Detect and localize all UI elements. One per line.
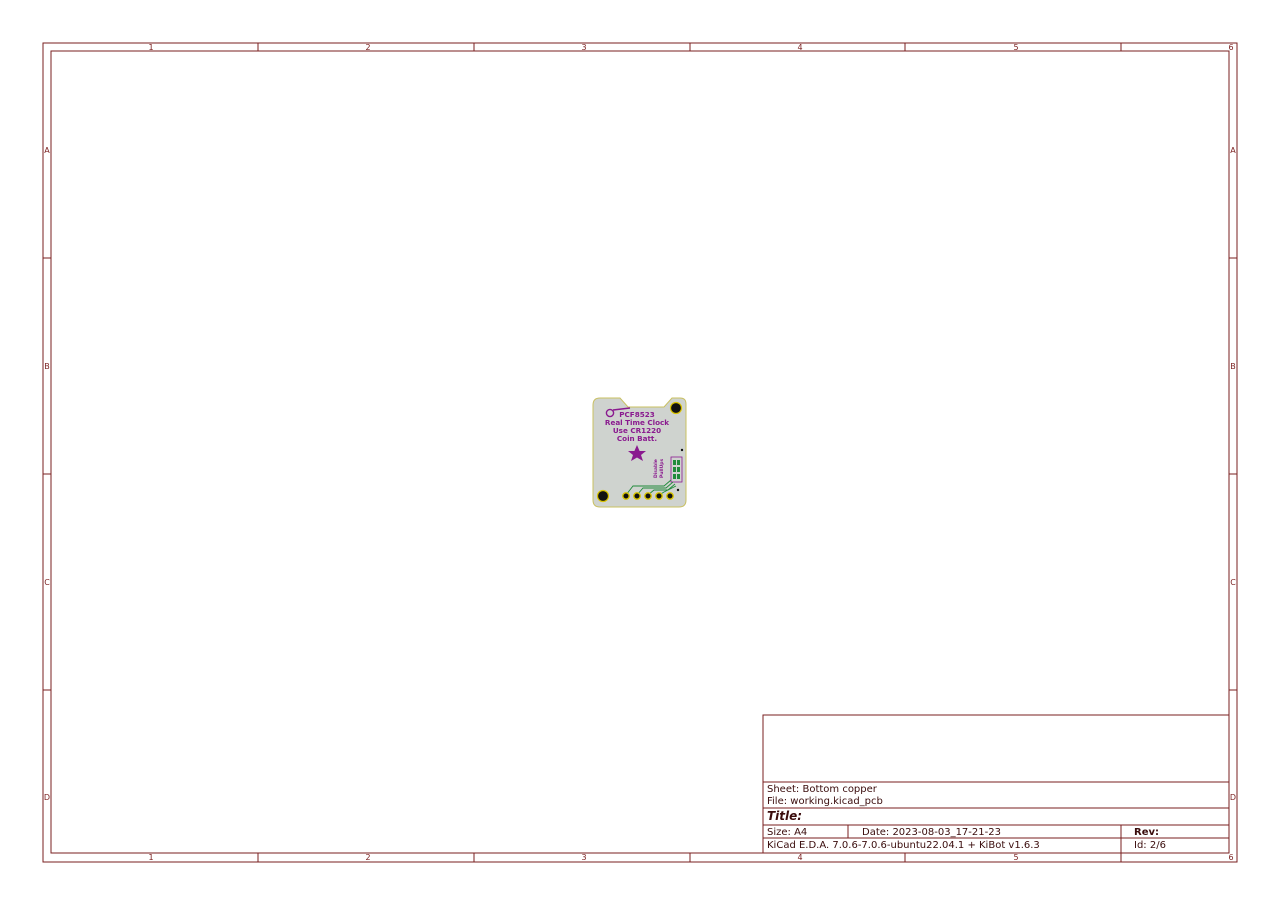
pullups-label: PullUps (659, 459, 665, 478)
col-label-1-bottom: 1 (148, 853, 153, 862)
row-label-d-right: D (1230, 793, 1236, 802)
sheet-name: Sheet: Bottom copper (767, 784, 878, 795)
column-ticks (257, 43, 1122, 862)
col-label-5-top: 5 (1013, 43, 1018, 52)
sheet-id: Id: 2/6 (1134, 840, 1166, 851)
generator-info: KiCad E.D.A. 7.0.6-7.0.6-ubuntu22.04.1 +… (767, 840, 1040, 851)
sheet-size: Size: A4 (767, 827, 807, 838)
row-label-c-right: C (1230, 578, 1236, 587)
col-label-2-top: 2 (365, 43, 370, 52)
revision-label: Rev: (1134, 827, 1159, 838)
col-label-3-top: 3 (581, 43, 586, 52)
col-label-1-top: 1 (148, 43, 153, 52)
mounting-hole-bottom-left (596, 489, 610, 503)
row-label-c-left: C (44, 578, 50, 587)
row-label-b-left: B (44, 362, 50, 371)
col-label-6-bottom: 6 (1228, 853, 1233, 862)
pcb-board: PCF8523 Real Time Clock Use CR1220 Coin … (592, 397, 687, 508)
row-label-a-left: A (44, 146, 50, 155)
col-label-5-bottom: 5 (1013, 853, 1018, 862)
row-label-a-right: A (1230, 146, 1236, 155)
mounting-hole-top-right (669, 401, 683, 415)
col-label-2-bottom: 2 (365, 853, 370, 862)
title-label: Title: (767, 809, 802, 823)
silk-line-4: Coin Batt. (617, 434, 657, 443)
col-label-4-bottom: 4 (797, 853, 802, 862)
row-label-b-right: B (1230, 362, 1236, 371)
disable-label: Disable (653, 459, 659, 478)
drawing-sheet: 1 2 3 4 5 6 1 2 3 4 5 6 A B C D A B C D … (42, 42, 1238, 863)
row-label-d-left: D (44, 793, 50, 802)
col-label-6-top: 6 (1228, 43, 1233, 52)
file-name: File: working.kicad_pcb (767, 796, 883, 807)
col-label-3-bottom: 3 (581, 853, 586, 862)
col-label-4-top: 4 (797, 43, 802, 52)
sheet-date: Date: 2023-08-03_17-21-23 (862, 827, 1001, 838)
